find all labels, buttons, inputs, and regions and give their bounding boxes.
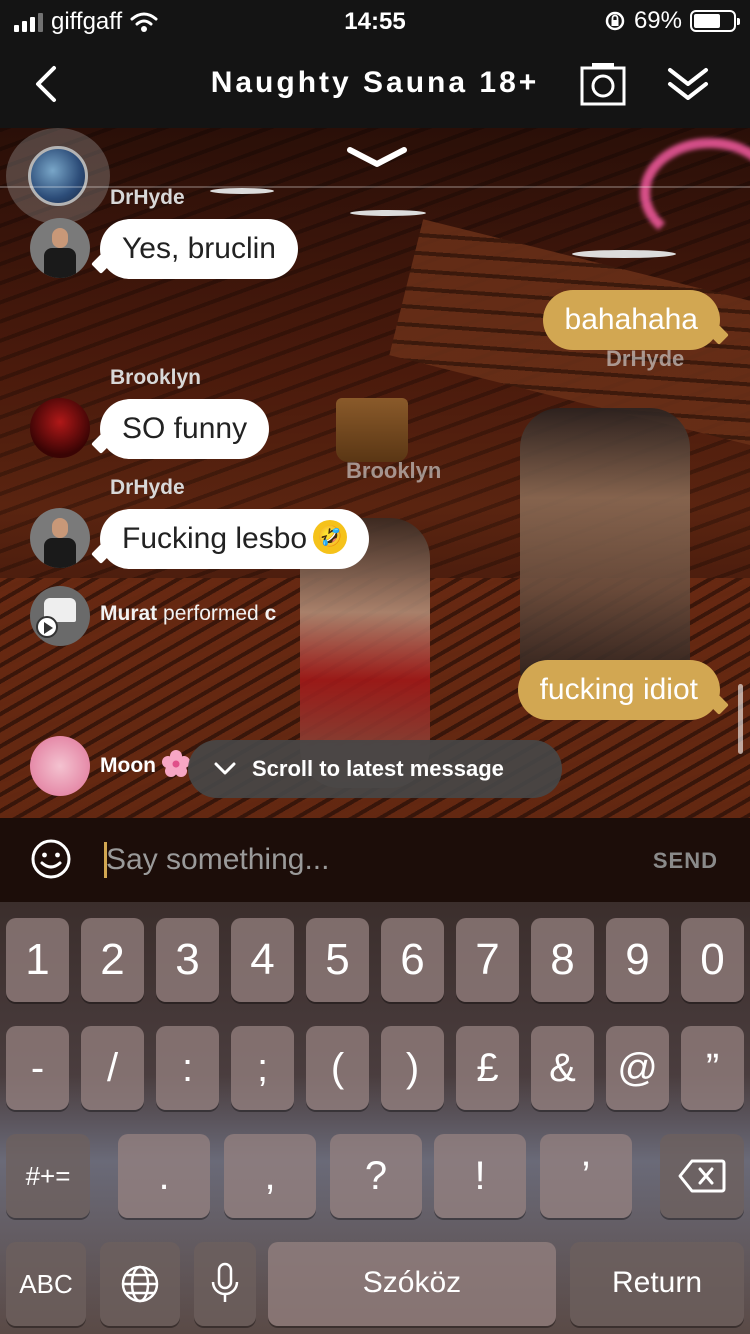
key-apostrophe[interactable]: ’ [540, 1134, 632, 1218]
sender-name: DrHyde [110, 186, 185, 209]
space-key[interactable]: Szóköz [268, 1242, 556, 1326]
dictation-key[interactable] [194, 1242, 256, 1326]
key-open-paren[interactable]: ( [306, 1026, 369, 1110]
key-more-symbols[interactable]: #+= [6, 1134, 90, 1218]
sender-name: Moon [100, 754, 156, 777]
sender-name: Brooklyn [110, 366, 202, 389]
key-period[interactable]: . [118, 1134, 210, 1218]
message-bubble[interactable]: Yes, bruclin [100, 219, 298, 279]
ceiling-light [572, 250, 676, 258]
message-input[interactable] [106, 836, 626, 884]
sauna-bucket [336, 398, 408, 462]
scroll-to-latest-button[interactable]: Scroll to latest message [188, 740, 562, 798]
action-user: Murat [100, 602, 158, 625]
key-6[interactable]: 6 [381, 918, 444, 1002]
ceiling-light [210, 188, 274, 194]
key-at[interactable]: @ [606, 1026, 669, 1110]
key-hyphen[interactable]: - [6, 1026, 69, 1110]
previous-sender-avatar[interactable] [6, 128, 110, 224]
camera-icon[interactable] [580, 62, 626, 106]
room-title: Naughty Sauna 18+ [210, 66, 540, 99]
message-input-bar: SEND [0, 818, 750, 902]
sender-name: DrHyde [110, 476, 185, 499]
key-0[interactable]: 0 [681, 918, 744, 1002]
rofl-emoji-icon: 🤣 [313, 520, 348, 555]
keyboard: 1 2 3 4 5 6 7 8 9 0 - / : ; ( ) £ & @ ” … [0, 902, 750, 1334]
globe-key[interactable] [100, 1242, 180, 1326]
key-1[interactable]: 1 [6, 918, 69, 1002]
chevron-down-icon [214, 762, 236, 775]
rotation-lock-icon [605, 11, 625, 31]
key-close-paren[interactable]: ) [381, 1026, 444, 1110]
neon-light [640, 138, 750, 248]
message-bubble[interactable]: Fucking lesbo 🤣 [100, 509, 370, 569]
avatar[interactable] [30, 398, 90, 458]
key-2[interactable]: 2 [81, 918, 144, 1002]
scene-label-brooklyn: Brooklyn [346, 458, 442, 483]
key-question[interactable]: ? [330, 1134, 422, 1218]
key-4[interactable]: 4 [231, 918, 294, 1002]
nav-bar: Naughty Sauna 18+ [0, 42, 750, 128]
back-icon[interactable] [28, 62, 68, 106]
cherry-blossom-icon [162, 750, 190, 777]
key-semicolon[interactable]: ; [231, 1026, 294, 1110]
action-verb: performed [163, 602, 259, 625]
chevron-down-icon[interactable] [346, 146, 408, 170]
key-5[interactable]: 5 [306, 918, 369, 1002]
scroll-to-latest-label: Scroll to latest message [252, 756, 504, 781]
action-target: c [264, 602, 277, 625]
battery-icon [690, 10, 740, 32]
status-bar: giffgaff 14:55 69% [0, 0, 750, 42]
avatar[interactable] [30, 586, 90, 646]
my-message-bubble[interactable]: bahahaha [542, 290, 720, 350]
key-9[interactable]: 9 [606, 918, 669, 1002]
status-right: 69% [604, 7, 740, 35]
message-text: Fucking lesbo [122, 522, 308, 555]
key-ampersand[interactable]: & [531, 1026, 594, 1110]
return-key[interactable]: Return [570, 1242, 744, 1326]
globe-icon [121, 1265, 159, 1303]
battery-fill [694, 14, 721, 28]
key-7[interactable]: 7 [456, 918, 519, 1002]
avatar[interactable] [30, 218, 90, 278]
key-pound[interactable]: £ [456, 1026, 519, 1110]
key-quote[interactable]: ” [681, 1026, 744, 1110]
action-line: Murat performed c [100, 602, 276, 626]
key-exclamation[interactable]: ! [434, 1134, 526, 1218]
key-abc[interactable]: ABC [6, 1242, 86, 1326]
chat-scrollbar[interactable] [738, 684, 743, 754]
microphone-icon [211, 1262, 239, 1302]
battery-percent: 69% [633, 7, 682, 34]
key-3[interactable]: 3 [156, 918, 219, 1002]
key-8[interactable]: 8 [531, 918, 594, 1002]
my-message-bubble[interactable]: fucking idiot [517, 660, 720, 720]
backspace-key[interactable] [660, 1134, 744, 1218]
avatar[interactable] [30, 736, 90, 796]
send-button[interactable]: SEND [653, 848, 718, 874]
key-slash[interactable]: / [81, 1026, 144, 1110]
key-comma[interactable]: , [224, 1134, 316, 1218]
ceiling-light [350, 210, 426, 216]
backspace-icon [678, 1159, 726, 1193]
emoji-picker-icon[interactable] [30, 838, 72, 880]
avatar[interactable] [30, 508, 90, 568]
key-colon[interactable]: : [156, 1026, 219, 1110]
collapse-double-chevron-icon[interactable] [666, 64, 710, 104]
message-bubble[interactable]: SO funny [100, 399, 270, 459]
